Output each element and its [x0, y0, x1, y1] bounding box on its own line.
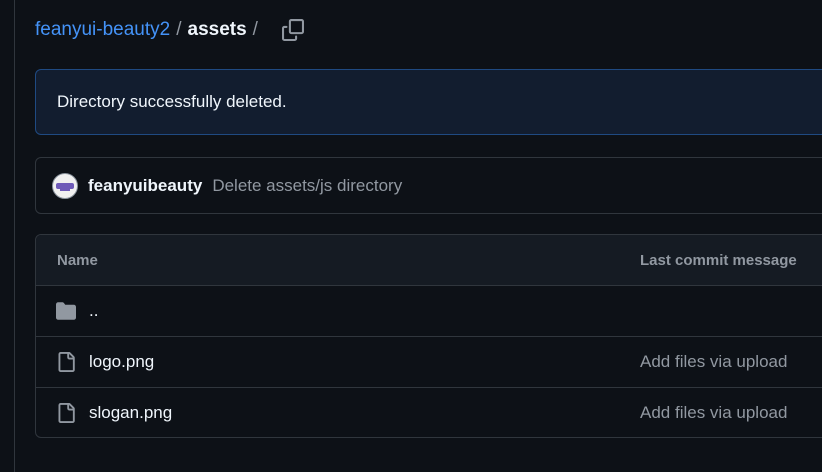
file-commit-message[interactable]: Add files via upload — [640, 352, 787, 372]
file-name-link[interactable]: logo.png — [89, 352, 154, 372]
breadcrumb: feanyui-beauty2 / assets / — [35, 17, 306, 43]
commit-author-link[interactable]: feanyuibeauty — [88, 176, 202, 196]
table-header: Name Last commit message — [36, 235, 822, 286]
column-header-last-commit: Last commit message — [640, 252, 797, 269]
file-commit-message[interactable]: Add files via upload — [640, 403, 787, 423]
breadcrumb-current-dir: assets — [187, 19, 247, 40]
flash-message-banner: Directory successfully deleted. — [35, 69, 822, 135]
copy-path-button[interactable] — [280, 17, 306, 43]
latest-commit-bar: feanyuibeauty Delete assets/js directory — [35, 157, 822, 214]
commit-message-link[interactable]: Delete assets/js directory — [212, 176, 402, 196]
flash-message-text: Directory successfully deleted. — [57, 92, 287, 111]
sidebar-divider — [14, 0, 15, 472]
table-row[interactable]: logo.png Add files via upload — [36, 337, 822, 388]
file-icon — [58, 352, 75, 372]
file-name-link[interactable]: slogan.png — [89, 403, 172, 423]
file-name-link[interactable]: .. — [89, 301, 98, 321]
column-header-name: Name — [57, 252, 98, 269]
breadcrumb-repo-link[interactable]: feanyui-beauty2 — [35, 19, 170, 41]
breadcrumb-trailing-separator: / — [252, 19, 258, 40]
avatar[interactable] — [52, 172, 78, 199]
table-row[interactable]: slogan.png Add files via upload — [36, 388, 822, 437]
copy-icon — [281, 19, 304, 41]
breadcrumb-separator: / — [176, 19, 182, 40]
table-row[interactable]: .. — [36, 286, 822, 337]
page: feanyui-beauty2 / assets / Directory suc… — [0, 0, 822, 472]
file-table: Name Last commit message .. logo.png Add… — [35, 234, 822, 438]
folder-icon — [56, 302, 76, 320]
file-icon — [58, 403, 75, 423]
